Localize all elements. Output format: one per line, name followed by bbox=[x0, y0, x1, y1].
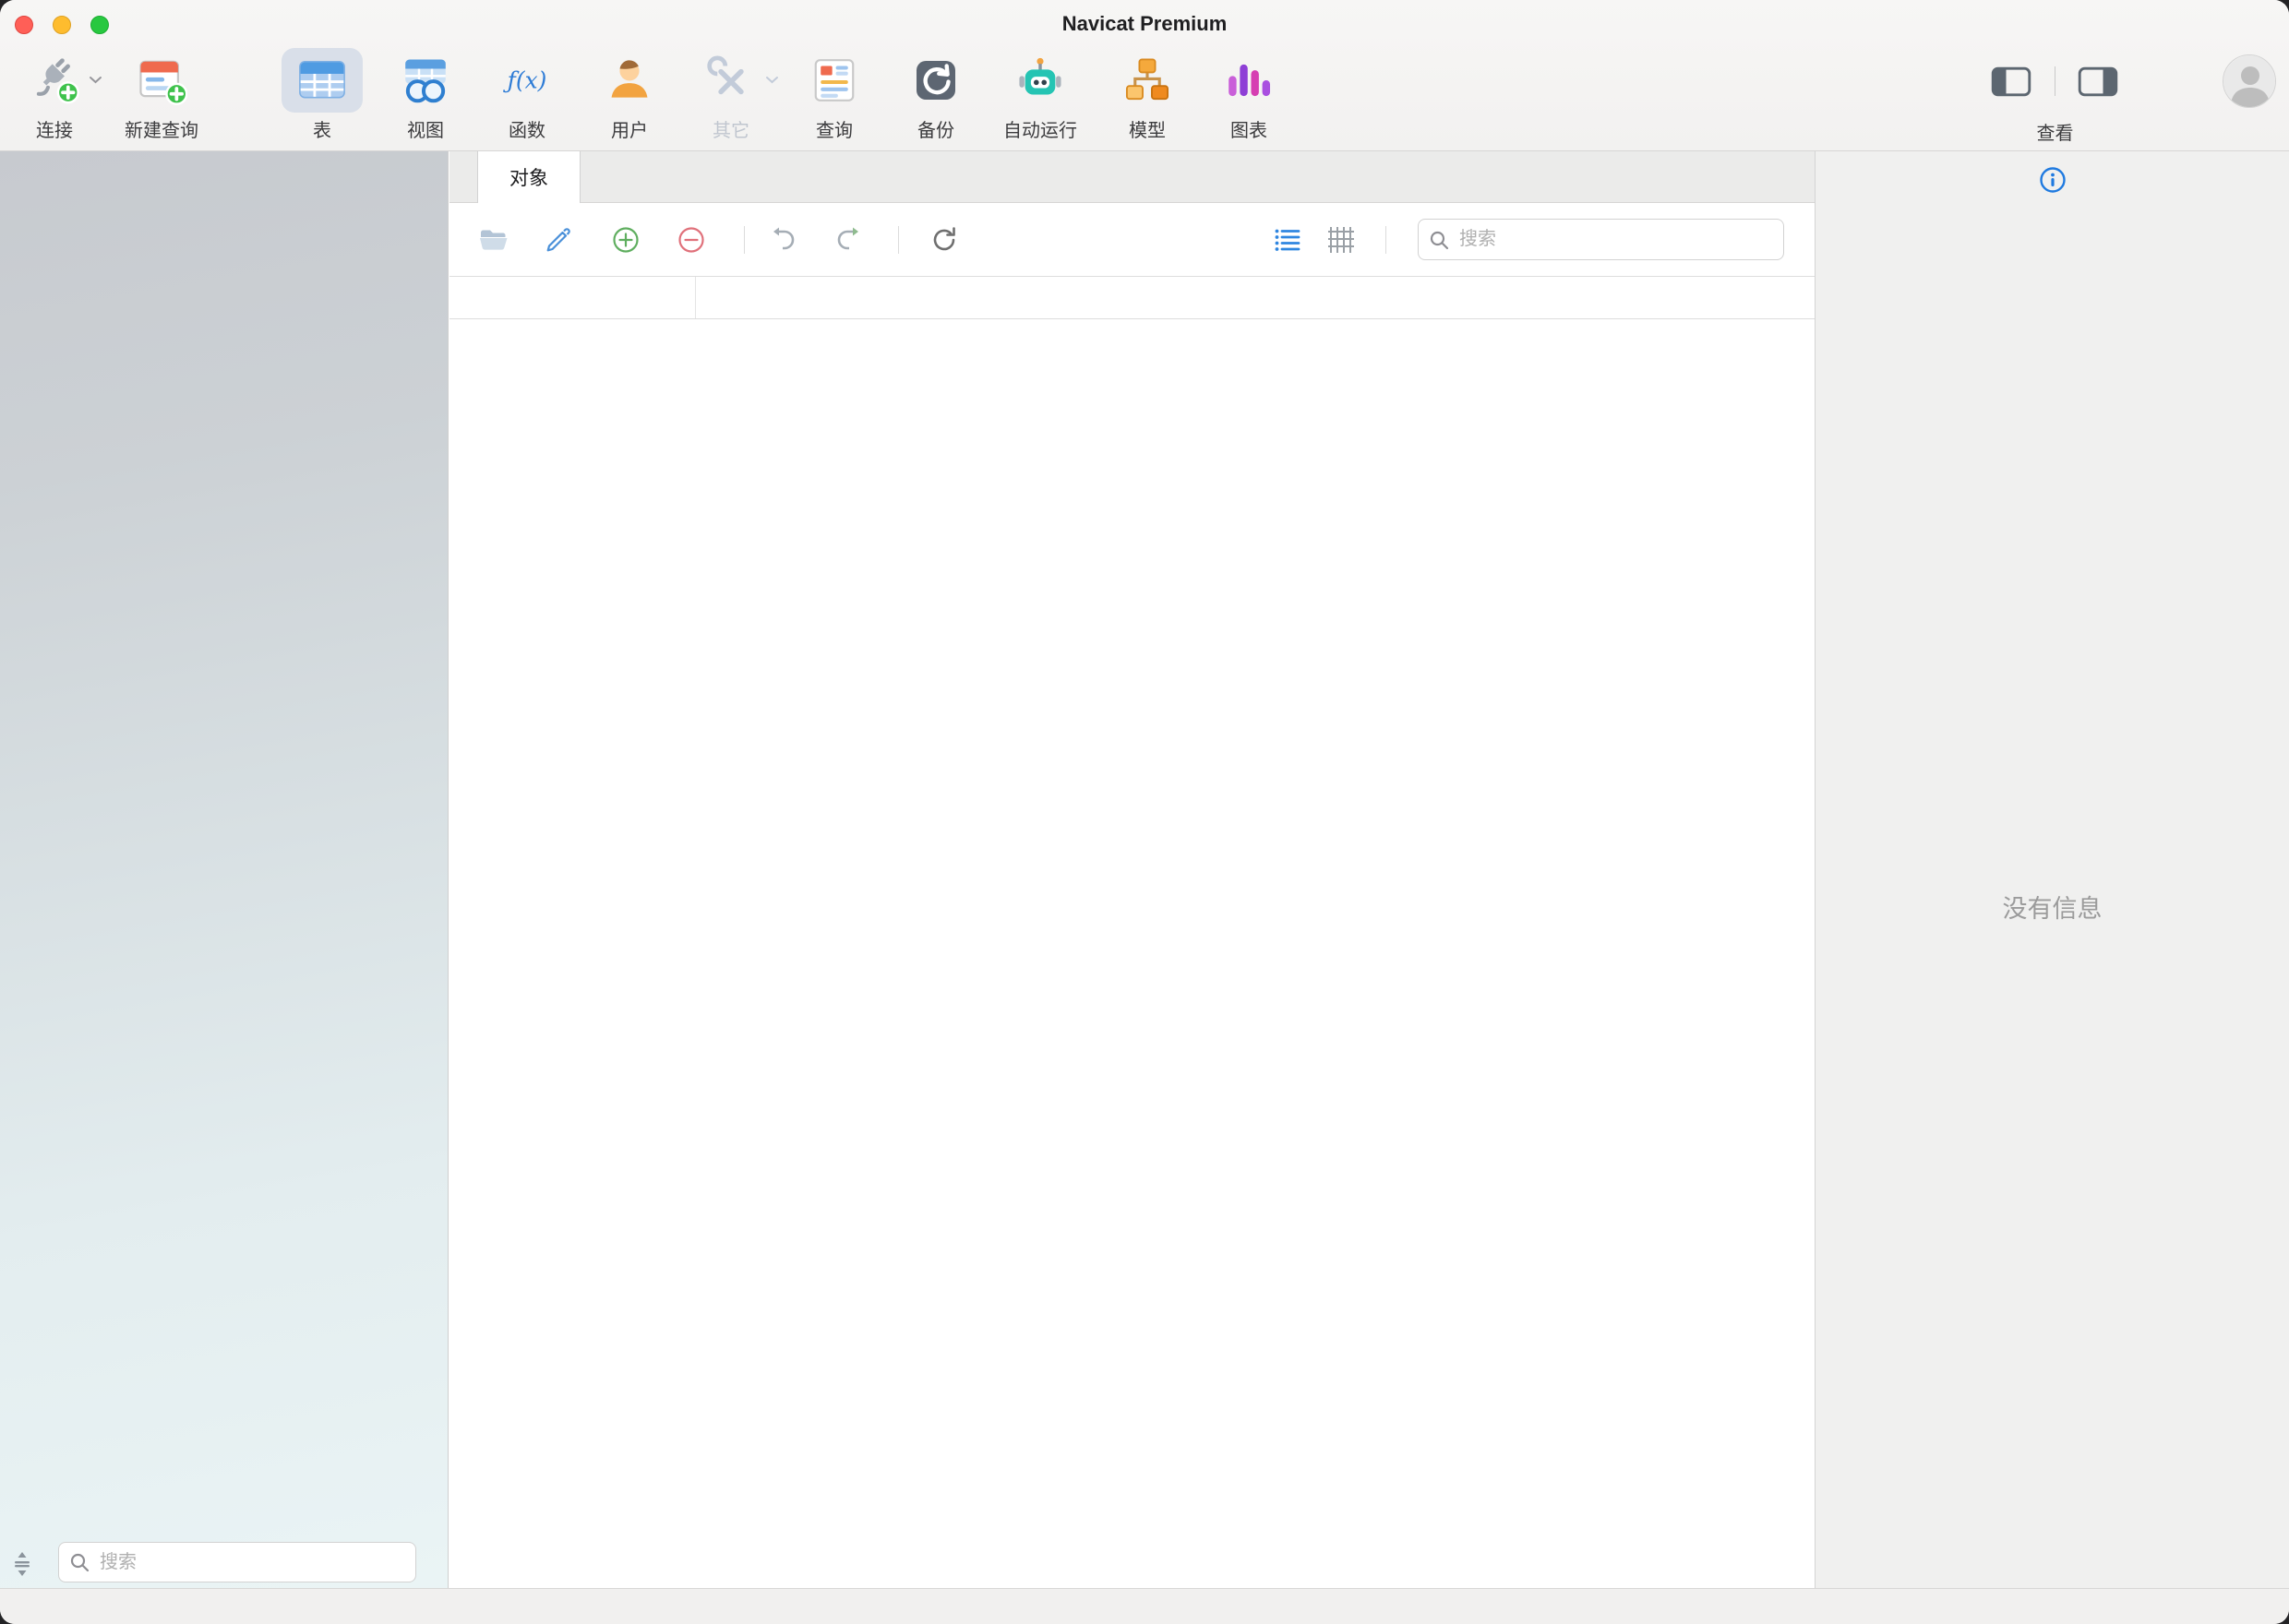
info-tab-button[interactable] bbox=[2033, 161, 2072, 199]
backup-icon bbox=[910, 54, 962, 106]
right-panel-icon bbox=[2078, 66, 2118, 97]
object-search-input[interactable] bbox=[1457, 228, 1774, 251]
search-icon bbox=[68, 1551, 90, 1573]
main-content: 对象 bbox=[449, 151, 1815, 1588]
tab-objects[interactable]: 对象 bbox=[477, 151, 581, 203]
remove-icon bbox=[675, 223, 708, 257]
export-arrow-icon bbox=[832, 223, 865, 257]
info-panel: 没有信息 bbox=[1815, 151, 2289, 1588]
import-wizard-button[interactable] bbox=[762, 220, 805, 260]
sidebar-search[interactable] bbox=[58, 1542, 416, 1582]
new-query-icon bbox=[136, 54, 187, 106]
query-icon bbox=[809, 54, 860, 106]
toolbar-item-label: 其它 bbox=[690, 115, 772, 142]
toolbar-item-view[interactable]: 视图 bbox=[385, 48, 466, 142]
others-icon bbox=[705, 54, 757, 106]
avatar[interactable] bbox=[2223, 54, 2276, 108]
toolbar-item-table[interactable]: 表 bbox=[282, 48, 363, 142]
titlebar-toolbar: Navicat Premium bbox=[0, 0, 2289, 151]
tab-bar: 对象 bbox=[449, 151, 1815, 203]
chevron-down-icon bbox=[765, 76, 779, 84]
toolbar-divider bbox=[1385, 226, 1386, 254]
toggle-right-panel-button[interactable] bbox=[2072, 61, 2124, 102]
tab-label: 对象 bbox=[509, 163, 548, 191]
no-info-text: 没有信息 bbox=[1816, 889, 2289, 925]
toolbar-item-others[interactable]: 其它 bbox=[690, 48, 772, 142]
svg-text:ƒ(x): ƒ(x) bbox=[503, 67, 547, 94]
sort-resize-icon bbox=[10, 1550, 34, 1578]
toolbar-item-label: 新建查询 bbox=[121, 115, 202, 142]
connection-icon bbox=[29, 54, 80, 106]
toolbar-item-connection[interactable]: 连接 bbox=[14, 48, 95, 142]
window-title: Navicat Premium bbox=[0, 12, 2289, 36]
app-window: Navicat Premium bbox=[0, 0, 2289, 1624]
chart-icon bbox=[1223, 54, 1275, 106]
toolbar-divider bbox=[898, 226, 899, 254]
toolbar-item-label: 图表 bbox=[1208, 115, 1289, 142]
toolbar-item-new-query[interactable]: 新建查询 bbox=[121, 48, 202, 142]
pencil-icon bbox=[542, 223, 575, 257]
sidebar-options-icon[interactable] bbox=[9, 1549, 35, 1579]
model-icon bbox=[1121, 54, 1173, 106]
connections-sidebar bbox=[0, 151, 449, 1588]
list-view-button[interactable] bbox=[1267, 220, 1310, 260]
new-object-button[interactable] bbox=[605, 220, 647, 260]
toolbar-item-label: 视图 bbox=[385, 115, 466, 142]
toolbar-item-label: 模型 bbox=[1107, 115, 1188, 142]
toolbar-item-automation[interactable]: 自动运行 bbox=[1000, 48, 1081, 142]
toggle-left-panel-button[interactable] bbox=[1985, 61, 2037, 102]
toolbar-selection-highlight bbox=[282, 48, 363, 113]
refresh-icon bbox=[928, 223, 961, 257]
add-icon bbox=[609, 223, 642, 257]
status-bar bbox=[0, 1588, 2289, 1624]
object-search[interactable] bbox=[1418, 219, 1784, 260]
toolbar-item-charts[interactable]: 图表 bbox=[1208, 48, 1289, 142]
function-icon: ƒ(x) bbox=[501, 54, 553, 106]
list-view-icon bbox=[1272, 223, 1305, 257]
grid-view-icon bbox=[1324, 223, 1358, 257]
view-icon bbox=[400, 54, 451, 106]
refresh-button[interactable] bbox=[923, 220, 965, 260]
toolbar-divider bbox=[744, 226, 745, 254]
toolbar-item-backup[interactable]: 备份 bbox=[895, 48, 977, 142]
table-icon bbox=[296, 54, 348, 106]
object-list-area bbox=[449, 320, 1815, 1588]
toolbar-item-user[interactable]: 用户 bbox=[589, 48, 670, 142]
toolbar-item-query[interactable]: 查询 bbox=[794, 48, 875, 142]
toolbar-item-label: 用户 bbox=[589, 115, 670, 142]
toolbar-item-label: 查询 bbox=[794, 115, 875, 142]
user-icon bbox=[604, 54, 655, 106]
toolbar-item-label: 连接 bbox=[14, 115, 95, 142]
column-divider[interactable] bbox=[695, 277, 696, 318]
design-table-button[interactable] bbox=[537, 220, 580, 260]
user-avatar-icon bbox=[2223, 55, 2276, 108]
view-group-label: 查看 bbox=[1990, 118, 2120, 145]
sidebar-search-input[interactable] bbox=[98, 1551, 406, 1574]
chevron-down-icon bbox=[89, 76, 102, 84]
detail-view-button[interactable] bbox=[1320, 220, 1362, 260]
search-icon bbox=[1428, 229, 1450, 251]
toolbar-item-model[interactable]: 模型 bbox=[1107, 48, 1188, 142]
export-wizard-button[interactable] bbox=[827, 220, 869, 260]
toolbar-item-label: 备份 bbox=[895, 115, 977, 142]
open-folder-icon bbox=[477, 223, 510, 257]
toolbar-item-label: 表 bbox=[282, 115, 363, 142]
toolbar-item-label: 自动运行 bbox=[1000, 115, 1081, 142]
import-arrow-icon bbox=[767, 223, 800, 257]
toolbar-item-label: 函数 bbox=[486, 115, 568, 142]
open-table-button[interactable] bbox=[473, 220, 515, 260]
automation-icon bbox=[1014, 54, 1066, 106]
object-toolbar bbox=[449, 203, 1815, 277]
toolbar-item-function[interactable]: ƒ(x) 函数 bbox=[486, 48, 568, 142]
delete-object-button[interactable] bbox=[670, 220, 713, 260]
left-panel-icon bbox=[1991, 66, 2031, 97]
info-icon bbox=[2038, 165, 2067, 195]
object-list-header bbox=[449, 277, 1815, 319]
